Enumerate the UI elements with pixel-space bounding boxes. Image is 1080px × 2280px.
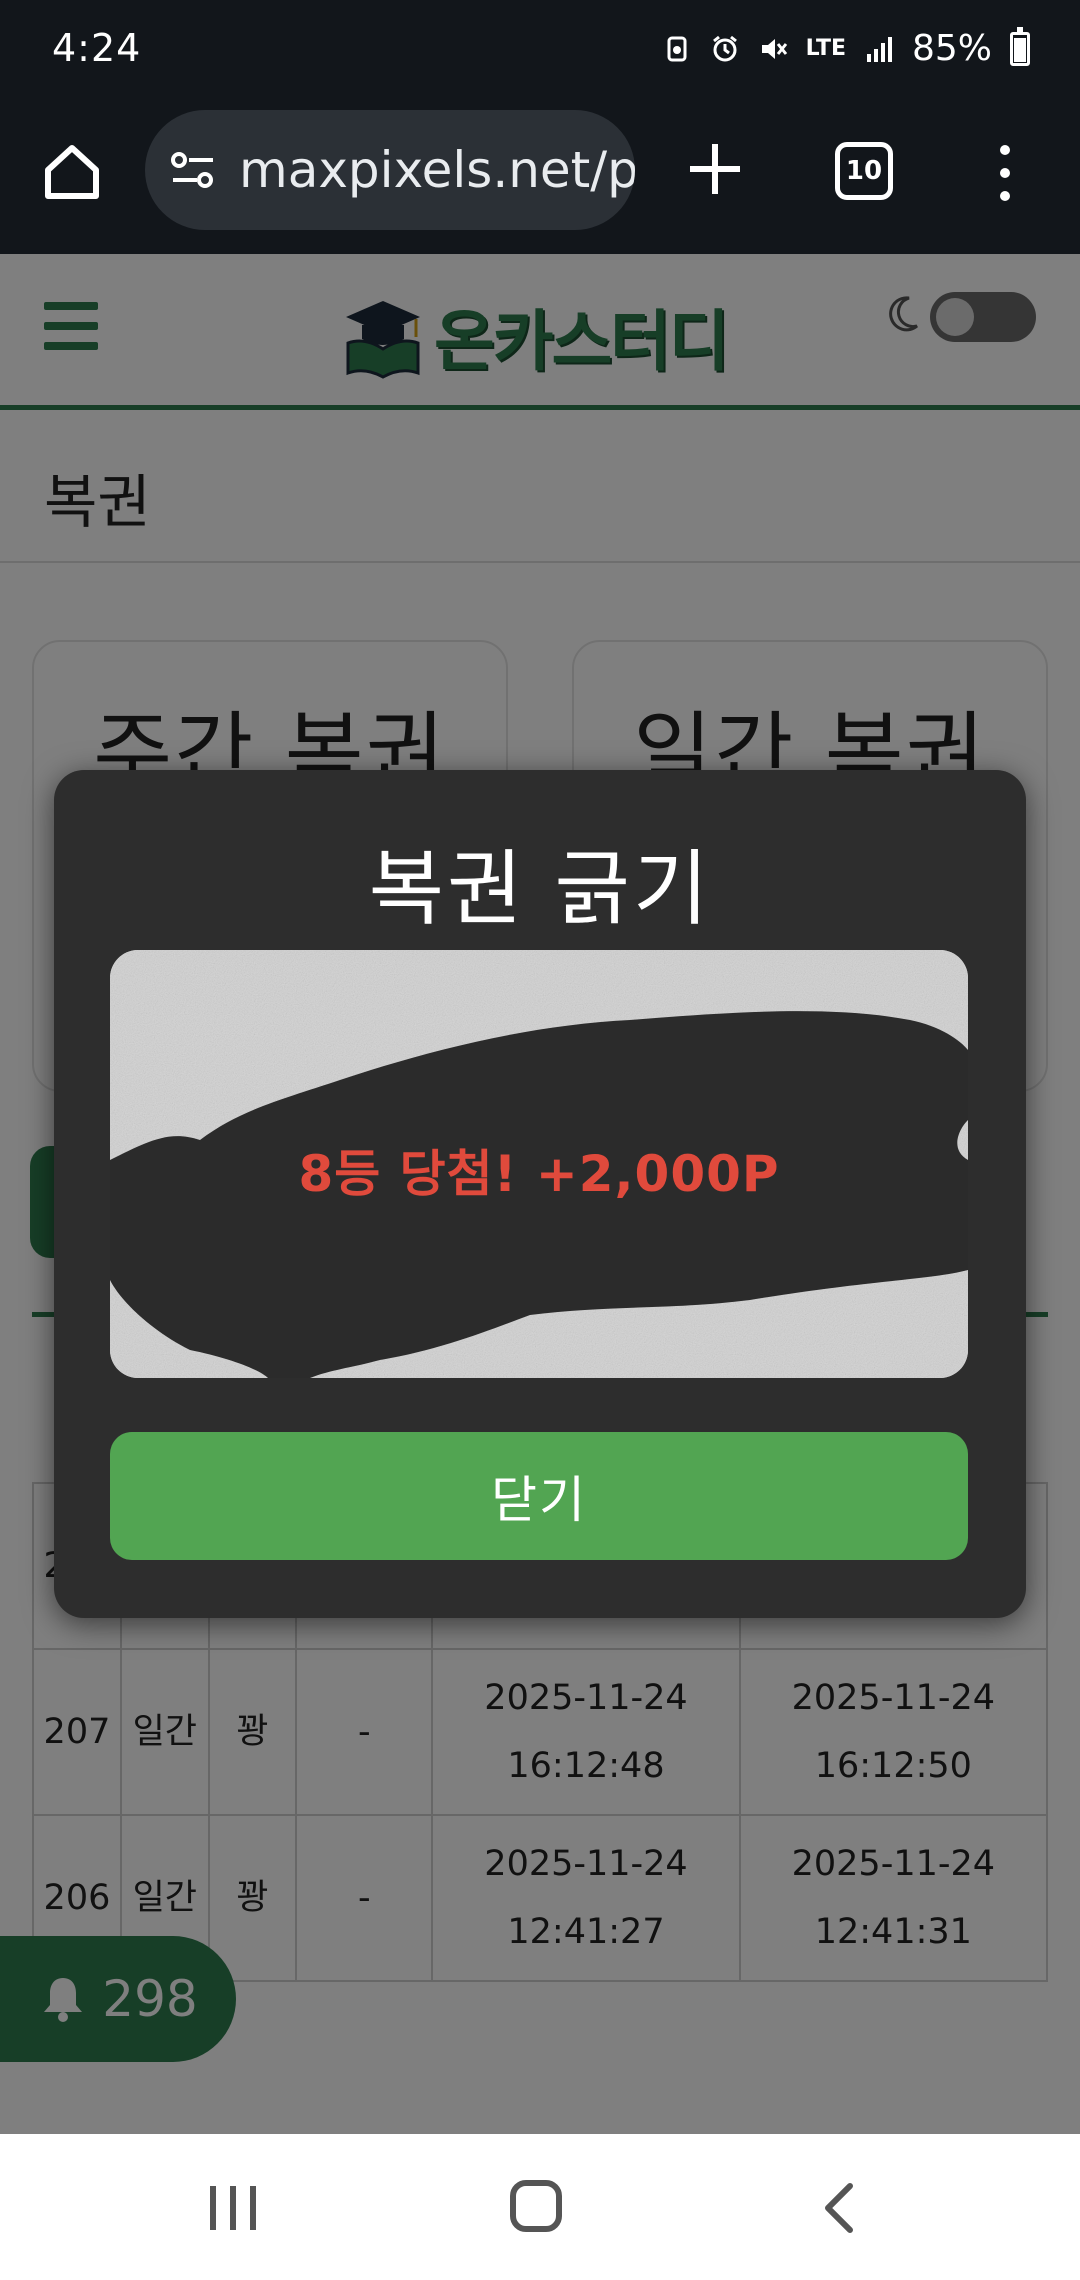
tab-switcher-icon[interactable]: 10: [835, 142, 893, 200]
scratch-lottery-modal: 복권 긁기 8등 당첨! +2,000P 닫기: [54, 770, 1026, 1618]
signal-icon: [866, 36, 892, 62]
address-bar[interactable]: maxpixels.net/p: [145, 110, 635, 230]
browser-toolbar: maxpixels.net/p 10: [0, 104, 1080, 254]
network-type: LTE: [805, 35, 846, 61]
battery-percent: 85%: [911, 28, 992, 69]
battery-icon: [1010, 26, 1030, 66]
recycle-notification-icon: [667, 36, 687, 61]
alarm-icon: [712, 35, 737, 61]
status-bar: 4:24 LTE 85%: [0, 0, 1080, 104]
prize-result-text: 8등 당첨! +2,000P: [298, 1145, 780, 1203]
recent-apps-icon[interactable]: [208, 2184, 258, 2232]
close-button[interactable]: 닫기: [110, 1432, 968, 1560]
mute-icon: [761, 38, 787, 59]
status-time: 4:24: [52, 26, 142, 70]
system-nav-bar: [0, 2134, 1080, 2280]
home-icon[interactable]: [40, 140, 104, 204]
back-icon[interactable]: [820, 2180, 856, 2236]
modal-title: 복권 긁기: [368, 842, 712, 937]
new-tab-icon[interactable]: [680, 134, 750, 204]
status-icons: LTE 85%: [662, 26, 1030, 69]
more-menu-icon[interactable]: [990, 140, 1020, 206]
nav-home-icon[interactable]: [510, 2180, 562, 2232]
url-text[interactable]: maxpixels.net/p: [239, 141, 635, 199]
site-settings-icon[interactable]: [167, 144, 219, 196]
scratch-card[interactable]: 8등 당첨! +2,000P: [110, 950, 968, 1378]
